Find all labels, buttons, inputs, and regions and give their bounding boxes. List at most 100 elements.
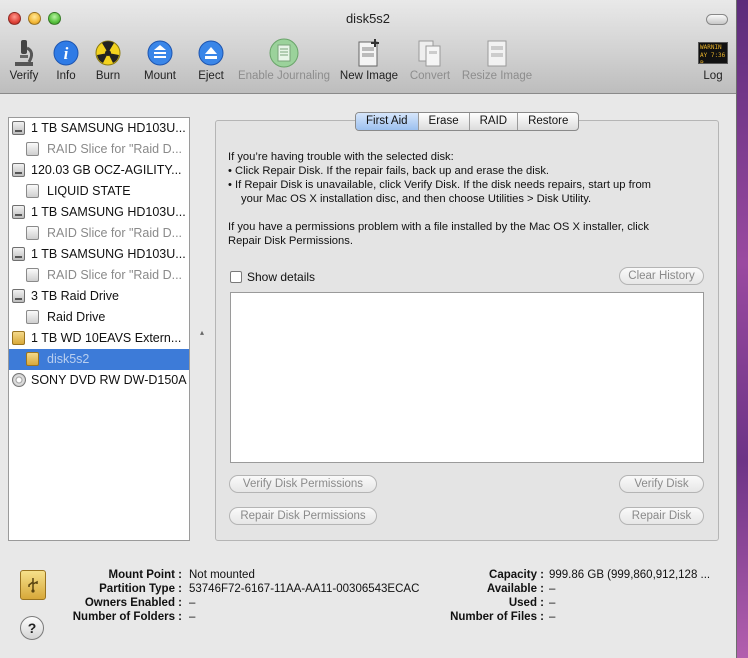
sidebar-item[interactable]: RAID Slice for "Raid D... [9,265,189,286]
sidebar-item-label: RAID Slice for "Raid D... [47,142,183,156]
volume-icon [26,310,39,324]
sidebar-item-label: SONY DVD RW DW-D150A [31,373,187,387]
log-icon-text-1: WARNIN [700,44,722,51]
journal-icon [268,37,300,69]
radiation-icon [92,37,124,69]
convert-toolbar-button[interactable]: Convert [406,37,454,82]
sidebar-item-label: RAID Slice for "Raid D... [47,226,183,240]
log-toolbar-button[interactable]: WARNIN AY 7:36 P Log [696,37,730,82]
sidebar-item[interactable]: Raid Drive [9,307,189,328]
log-console-icon: WARNIN AY 7:36 P [697,37,729,69]
hard-drive-icon [12,121,25,135]
title-bar: disk5s2 Verify i Info Burn Mount Eject E… [0,0,736,94]
owners-enabled-label: Owners Enabled : [84,597,182,609]
tab-restore[interactable]: Restore [517,113,578,130]
sidebar-item-label: 1 TB WD 10EAVS Extern... [31,331,182,345]
sidebar-item-label: RAID Slice for "Raid D... [47,268,183,282]
repair-disk-button[interactable]: Repair Disk [619,507,704,525]
sidebar-item[interactable]: RAID Slice for "Raid D... [9,139,189,160]
owners-enabled-value: – [189,597,196,609]
resize-image-label: Resize Image [461,70,533,82]
sidebar-item[interactable]: 1 TB SAMSUNG HD103U... [9,244,189,265]
partition-type-value: 53746F72-6167-11AA-AA11-00306543ECAC [189,583,420,595]
repair-disk-permissions-button[interactable]: Repair Disk Permissions [229,507,377,525]
capacity-value: 999.86 GB (999,860,912,128 ... [549,569,711,581]
hard-drive-icon [12,247,25,261]
disk-utility-window: disk5s2 Verify i Info Burn Mount Eject E… [0,0,737,658]
new-image-toolbar-button[interactable]: New Image [338,37,400,82]
number-of-folders-label: Number of Folders : [72,611,182,623]
eject-toolbar-button[interactable]: Eject [194,37,228,82]
desktop-background [737,0,748,658]
device-list[interactable]: 1 TB SAMSUNG HD103U... RAID Slice for "Ra… [8,117,190,541]
sidebar-item[interactable]: SONY DVD RW DW-D150A [9,370,189,391]
number-of-files-label: Number of Files : [450,611,544,623]
resize-image-icon [481,37,513,69]
verify-disk-button[interactable]: Verify Disk [619,475,704,493]
microscope-icon [8,37,40,69]
sidebar-item-label: disk5s2 [47,352,90,366]
show-details-checkbox[interactable] [230,271,242,283]
new-image-label: New Image [339,70,399,82]
eject-label: Eject [198,70,224,82]
info-icon: i [50,37,82,69]
external-drive-icon [12,331,25,345]
verify-disk-permissions-button[interactable]: Verify Disk Permissions [229,475,377,493]
sidebar-item-label: 3 TB Raid Drive [31,289,119,303]
new-image-icon [353,37,385,69]
volume-icon [26,142,39,156]
verify-label: Verify [9,70,39,82]
resize-image-toolbar-button[interactable]: Resize Image [460,37,534,82]
sidebar-item[interactable]: disk5s2 [9,349,189,370]
used-label: Used : [508,597,544,609]
sidebar-item[interactable]: 120.03 GB OCZ-AGILITY... [9,160,189,181]
permissions-text-1: If you have a permissions problem with a… [228,221,649,233]
enable-journaling-toolbar-button[interactable]: Enable Journaling [236,37,332,82]
tab-first-aid[interactable]: First Aid [356,113,418,130]
tab-erase[interactable]: Erase [417,113,469,130]
mount-icon [144,37,176,69]
show-details-label: Show details [247,270,316,284]
eject-icon [195,37,227,69]
partition-type-label: Partition Type : [99,583,182,595]
burn-toolbar-button[interactable]: Burn [92,37,124,82]
volume-icon [26,226,39,240]
first-aid-bullet-1: • Click Repair Disk. If the repair fails… [228,165,550,177]
raid-icon [12,289,25,303]
info-toolbar-button[interactable]: i Info [50,37,82,82]
log-icon-text-2: AY 7:36 P [700,52,726,64]
sidebar-item[interactable]: LIQUID STATE [9,181,189,202]
volume-icon [26,268,39,282]
hard-drive-icon [12,205,25,219]
number-of-folders-value: – [189,611,196,623]
sidebar-item[interactable]: 1 TB SAMSUNG HD103U... [9,202,189,223]
sidebar-item[interactable]: 3 TB Raid Drive [9,286,189,307]
volume-icon [26,184,39,198]
sidebar-item[interactable]: RAID Slice for "Raid D... [9,223,189,244]
split-view-handle[interactable]: ▴ [200,328,206,337]
tab-raid[interactable]: RAID [468,113,517,130]
mount-point-label: Mount Point : [108,569,182,581]
sidebar-item[interactable]: 1 TB WD 10EAVS Extern... [9,328,189,349]
available-value: – [549,583,556,595]
usb-drive-icon [20,570,46,600]
sidebar-item-label: 1 TB SAMSUNG HD103U... [31,247,186,261]
sidebar-item-label: 120.03 GB OCZ-AGILITY... [31,163,182,177]
first-aid-log-area[interactable] [230,292,704,463]
sidebar-item-label: 1 TB SAMSUNG HD103U... [31,205,186,219]
info-label: Info [56,70,76,82]
mount-toolbar-button[interactable]: Mount [140,37,180,82]
convert-label: Convert [409,70,451,82]
toolbar-toggle-button[interactable] [706,14,728,25]
convert-icon [414,37,446,69]
help-button[interactable]: ? [20,616,44,640]
sidebar-item[interactable]: 1 TB SAMSUNG HD103U... [9,118,189,139]
verify-toolbar-button[interactable]: Verify [6,37,42,82]
clear-history-button[interactable]: Clear History [619,267,704,285]
first-aid-bullet-2a: • If Repair Disk is unavailable, click V… [228,179,651,191]
mount-point-value: Not mounted [189,569,255,581]
used-value: – [549,597,556,609]
first-aid-bullet-2b: your Mac OS X installation disc, and the… [241,193,592,205]
external-volume-icon [26,352,39,366]
available-label: Available : [486,583,544,595]
